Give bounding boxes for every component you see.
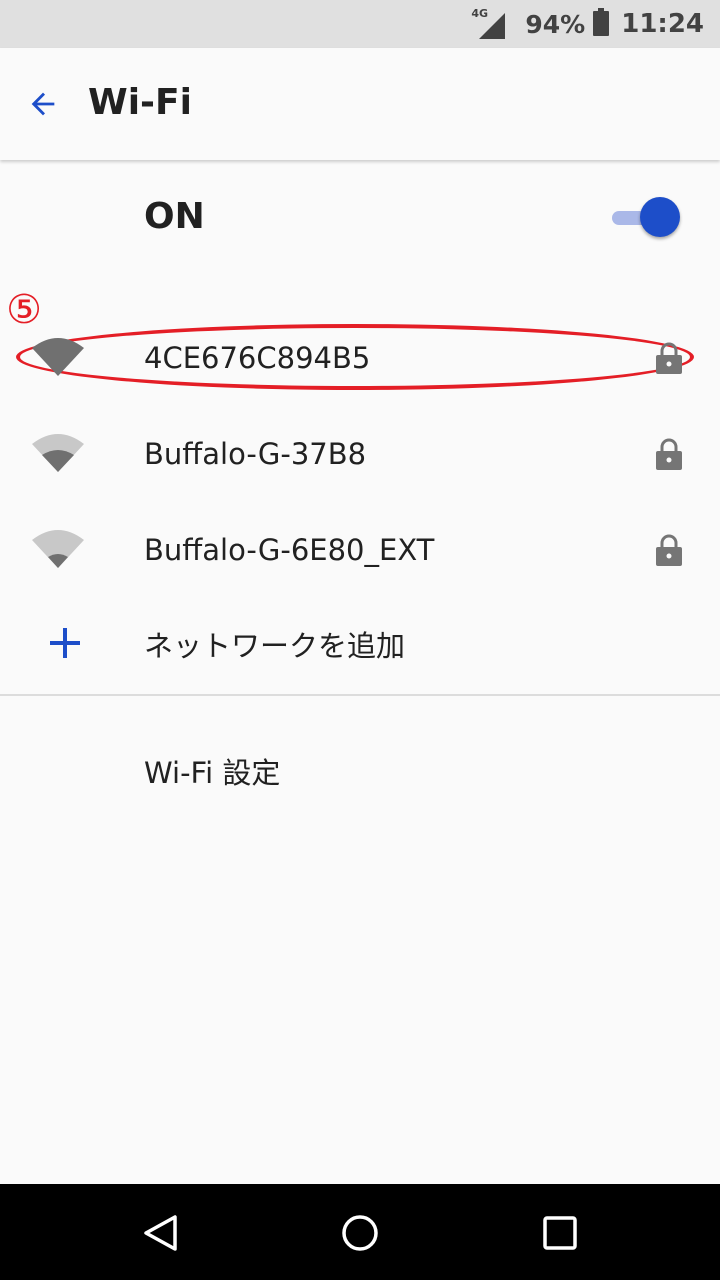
network-item-buffalo-g-6e80-ext[interactable]: Buffalo-G-6E80_EXT (0, 502, 720, 598)
nav-home-icon (342, 1215, 378, 1251)
page-title: Wi-Fi (88, 82, 192, 123)
divider (0, 694, 720, 696)
lock-icon (656, 342, 682, 378)
wifi-toggle-label: ON (144, 196, 205, 237)
app-bar: Wi-Fi (0, 48, 720, 160)
plus-icon (50, 628, 80, 662)
wifi-signal-low-icon (32, 528, 84, 572)
nav-back-button[interactable] (135, 1208, 185, 1258)
wifi-signal-full-icon (32, 336, 84, 380)
add-network-button[interactable]: ネットワークを追加 (0, 598, 720, 694)
add-network-label: ネットワークを追加 (144, 629, 406, 663)
nav-home-button[interactable] (335, 1208, 385, 1258)
network-ssid: 4CE676C894B5 (144, 341, 371, 375)
lock-icon (656, 438, 682, 474)
network-ssid: Buffalo-G-6E80_EXT (144, 533, 435, 567)
battery-icon (593, 8, 610, 40)
nav-recents-button[interactable] (535, 1208, 585, 1258)
network-item-4ce676c894b5[interactable]: 4CE676C894B5 (0, 310, 720, 406)
wifi-toggle-row[interactable]: ON (0, 162, 720, 272)
switch-thumb (640, 197, 680, 237)
status-bar: 4G 94% 11:24 (0, 0, 720, 48)
network-ssid: Buffalo-G-37B8 (144, 437, 367, 471)
wifi-signal-medium-icon (32, 432, 84, 476)
navigation-bar (0, 1184, 720, 1280)
nav-back-icon (144, 1215, 177, 1251)
lock-icon (656, 534, 682, 570)
network-item-buffalo-g-37b8[interactable]: Buffalo-G-37B8 (0, 406, 720, 502)
cellular-signal-icon: 4G (471, 7, 511, 39)
clock: 11:24 (621, 9, 704, 39)
arrow-back-icon (31, 92, 55, 116)
nav-recents-icon (543, 1216, 577, 1250)
wifi-switch[interactable] (600, 192, 690, 242)
back-button[interactable] (18, 76, 68, 132)
battery-percent: 94% (525, 9, 586, 39)
wifi-settings-link[interactable]: Wi-Fi 設定 (144, 740, 280, 806)
